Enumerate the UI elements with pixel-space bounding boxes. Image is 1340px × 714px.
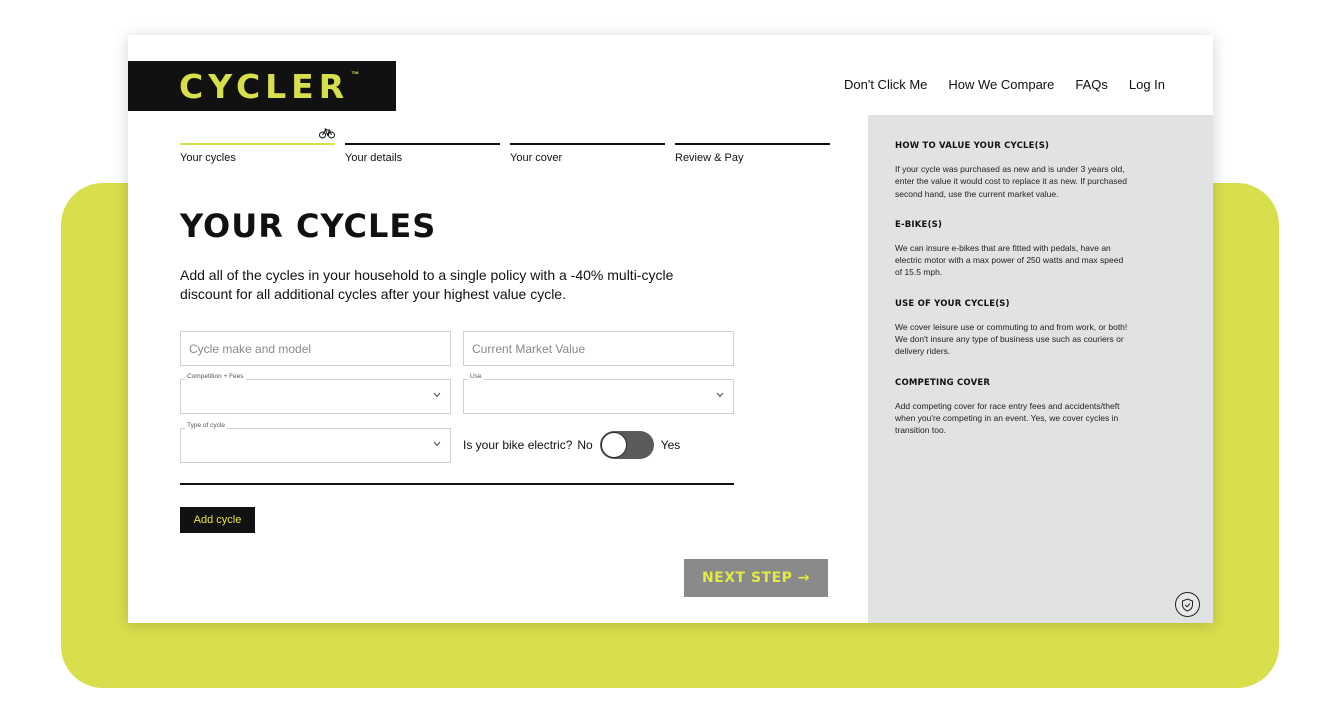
use-label: Use bbox=[468, 373, 484, 380]
step-your-details[interactable]: Your details bbox=[345, 143, 500, 164]
sidebar-text-value: If your cycle was purchased as new and i… bbox=[895, 164, 1127, 199]
competition-fees-label: Competition + Fees bbox=[185, 373, 246, 380]
sidebar-text-use: We cover leisure use or commuting to and… bbox=[895, 321, 1128, 357]
step-progress-bar bbox=[675, 143, 830, 145]
shield-check-icon[interactable] bbox=[1175, 592, 1200, 617]
next-step-button[interactable]: NEXT STEP → bbox=[684, 559, 828, 597]
chevron-down-icon bbox=[433, 392, 441, 398]
sidebar-heading-ebike: E-BIKE(S) bbox=[895, 219, 943, 230]
step-progress-bar bbox=[180, 143, 335, 145]
add-cycle-button[interactable]: Add cycle bbox=[180, 507, 255, 533]
logo[interactable]: CYCLER ™ bbox=[128, 61, 396, 111]
sidebar-heading-use: USE OF YOUR CYCLE(S) bbox=[895, 298, 1010, 309]
chevron-down-icon bbox=[433, 441, 441, 447]
make-model-placeholder: Cycle make and model bbox=[189, 342, 312, 356]
step-progress-bar bbox=[510, 143, 665, 145]
nav-link-dont-click-me[interactable]: Don't Click Me bbox=[844, 77, 927, 92]
electric-toggle[interactable] bbox=[599, 431, 654, 459]
cycle-type-select[interactable]: Type of cycle bbox=[180, 422, 451, 463]
step-review-pay[interactable]: Review & Pay bbox=[675, 143, 830, 164]
divider bbox=[180, 483, 734, 485]
nav-link-log-in[interactable]: Log In bbox=[1129, 77, 1165, 92]
chevron-down-icon bbox=[716, 392, 724, 398]
electric-toggle-row: Is your bike electric? No Yes bbox=[463, 431, 680, 459]
nav-link-how-we-compare[interactable]: How We Compare bbox=[948, 77, 1054, 92]
app-window: CYCLER ™ Don't Click Me How We Compare F… bbox=[128, 35, 1213, 623]
step-label: Your details bbox=[345, 152, 403, 164]
electric-no-label: No bbox=[577, 438, 593, 452]
page-title: YOUR CYCLES bbox=[180, 207, 437, 245]
competition-fees-select[interactable]: Competition + Fees bbox=[180, 373, 451, 414]
step-label: Your cycles bbox=[180, 152, 236, 164]
intro-text: Add all of the cycles in your household … bbox=[180, 267, 674, 302]
step-your-cycles[interactable]: Your cycles bbox=[180, 128, 335, 164]
logo-text: CYCLER bbox=[179, 66, 350, 106]
bicycle-icon bbox=[319, 128, 335, 139]
sidebar-text-competing: Add competing cover for race entry fees … bbox=[895, 400, 1120, 436]
sidebar-text-ebike: We can insure e-bikes that are fitted wi… bbox=[895, 242, 1124, 278]
market-value-input[interactable]: Current Market Value bbox=[463, 331, 734, 366]
logo-trademark: ™ bbox=[351, 69, 360, 79]
step-label: Review & Pay bbox=[675, 152, 744, 164]
progress-steps: Your cycles Your details Your cover Revi… bbox=[180, 128, 840, 164]
step-your-cover[interactable]: Your cover bbox=[510, 143, 665, 164]
top-nav: Don't Click Me How We Compare FAQs Log I… bbox=[844, 77, 1186, 92]
market-value-placeholder: Current Market Value bbox=[472, 342, 586, 356]
sidebar-heading-competing: COMPETING COVER bbox=[895, 377, 991, 388]
shield-check-glyph bbox=[1182, 597, 1193, 612]
sidebar-heading-value: HOW TO VALUE YOUR CYCLE(S) bbox=[895, 141, 1050, 151]
make-model-input[interactable]: Cycle make and model bbox=[180, 331, 451, 366]
electric-question: Is your bike electric? bbox=[463, 438, 573, 452]
help-sidebar: HOW TO VALUE YOUR CYCLE(S) If your cycle… bbox=[868, 115, 1213, 623]
electric-yes-label: Yes bbox=[660, 438, 681, 452]
use-select[interactable]: Use bbox=[463, 373, 734, 414]
step-progress-bar bbox=[345, 143, 500, 145]
toggle-knob bbox=[600, 432, 627, 458]
step-label: Your cover bbox=[510, 152, 563, 164]
nav-link-faqs[interactable]: FAQs bbox=[1075, 77, 1108, 92]
cycle-type-label: Type of cycle bbox=[185, 422, 227, 429]
